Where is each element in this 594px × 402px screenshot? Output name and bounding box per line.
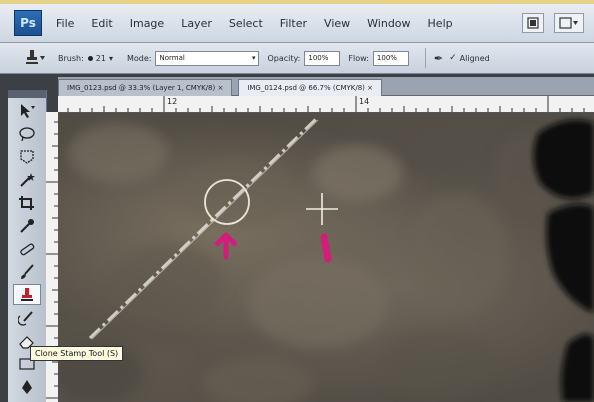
- brush-dot-icon: [87, 55, 93, 61]
- document-canvas[interactable]: [58, 113, 594, 402]
- menu-select[interactable]: Select: [229, 17, 263, 30]
- brush-label: Brush:: [58, 53, 84, 63]
- screen-mode-button[interactable]: [554, 13, 584, 33]
- mode-value: Normal: [159, 54, 185, 62]
- aligned-label: Aligned: [459, 53, 490, 63]
- tool-crop[interactable]: [13, 192, 41, 213]
- chevron-down-icon: ▾: [108, 53, 113, 63]
- launch-bridge-button[interactable]: [522, 13, 544, 33]
- brush-size: 21: [95, 53, 106, 63]
- tool-magic-wand[interactable]: [13, 169, 41, 190]
- annotation-arrow-left: [214, 232, 238, 260]
- ruler-label-12: 12: [167, 97, 178, 106]
- menubar-right-controls: [522, 13, 584, 33]
- document-tab-bar: IMG_0123.psd @ 33.3% (Layer 1, CMYK/8) ×…: [58, 77, 594, 96]
- flow-label: Flow:: [348, 53, 369, 63]
- horizontal-ruler[interactable]: 12 14: [58, 96, 594, 113]
- pen-icon: [22, 379, 32, 394]
- mode-label: Mode:: [126, 53, 152, 63]
- move-icon: [21, 103, 35, 118]
- toolbox-grip[interactable]: [8, 90, 46, 98]
- menu-view[interactable]: View: [324, 17, 350, 30]
- tool-history-brush[interactable]: [13, 307, 41, 328]
- tool-brush[interactable]: [13, 261, 41, 282]
- mode-select[interactable]: Normal ▾: [155, 50, 260, 66]
- tool-quick-select[interactable]: [13, 146, 41, 167]
- tool-preset-picker[interactable]: [22, 47, 48, 69]
- tool-clone-stamp[interactable]: [13, 284, 41, 305]
- crop-icon: [19, 195, 34, 210]
- ruler-label-14: 14: [359, 97, 370, 106]
- clone-stamp-preset-icon: [26, 50, 45, 64]
- brush-picker[interactable]: 21 ▾: [87, 53, 113, 63]
- eyedropper-icon: [20, 218, 34, 233]
- app-logo: Ps: [14, 10, 42, 36]
- healing-brush-icon: [20, 242, 35, 255]
- document-tab-2[interactable]: IMG_0124.psd @ 66.7% (CMYK/8) ×: [238, 79, 382, 96]
- history-brush-icon: [18, 310, 33, 326]
- opacity-value: 100%: [308, 54, 329, 62]
- opacity-label: Opacity:: [267, 53, 301, 63]
- quick-select-icon: [20, 149, 34, 164]
- tool-move[interactable]: [13, 100, 41, 121]
- flow-value: 100%: [376, 54, 397, 62]
- clone-stamp-icon: [21, 287, 33, 301]
- clone-source-crosshair: [306, 193, 338, 225]
- flow-input[interactable]: 100%: [372, 50, 409, 66]
- bridge-icon: [527, 17, 539, 29]
- opacity-input[interactable]: 100%: [304, 50, 341, 66]
- tool-lasso[interactable]: [13, 123, 41, 144]
- menu-layer[interactable]: Layer: [181, 17, 212, 30]
- ruler-ticks: [67, 96, 585, 112]
- tool-tooltip: Clone Stamp Tool (S): [30, 346, 124, 361]
- menu-filter[interactable]: Filter: [280, 17, 307, 30]
- canvas-texture: [58, 123, 563, 402]
- canvas-artwork: [58, 117, 594, 402]
- lasso-icon: [19, 126, 35, 141]
- tool-healing-brush[interactable]: [13, 238, 41, 259]
- chevron-down-icon: ▾: [251, 54, 256, 62]
- options-bar: Brush: 21 ▾ Mode: Normal ▾ Opacity: 100%…: [0, 43, 594, 74]
- tool-eyedropper[interactable]: [13, 215, 41, 236]
- menu-file[interactable]: File: [56, 17, 74, 30]
- menu-image[interactable]: Image: [130, 17, 164, 30]
- menu-edit[interactable]: Edit: [91, 17, 112, 30]
- tool-pen[interactable]: [13, 376, 41, 397]
- menu-window[interactable]: Window: [367, 17, 410, 30]
- screen-mode-icon: [559, 17, 578, 29]
- brush-icon: [21, 263, 34, 279]
- annotation-arrow-right: [320, 233, 332, 263]
- options-separator: [424, 48, 426, 68]
- airbrush-icon[interactable]: ✒: [434, 52, 443, 65]
- menu-help[interactable]: Help: [428, 17, 453, 30]
- aligned-checkbox[interactable]: ✓: [449, 53, 457, 63]
- magic-wand-icon: [20, 172, 35, 187]
- dark-shapes: [533, 119, 594, 402]
- menubar: Ps File Edit Image Layer Select Filter V…: [0, 4, 594, 43]
- document-tab-1[interactable]: IMG_0123.psd @ 33.3% (Layer 1, CMYK/8) ×: [58, 79, 233, 96]
